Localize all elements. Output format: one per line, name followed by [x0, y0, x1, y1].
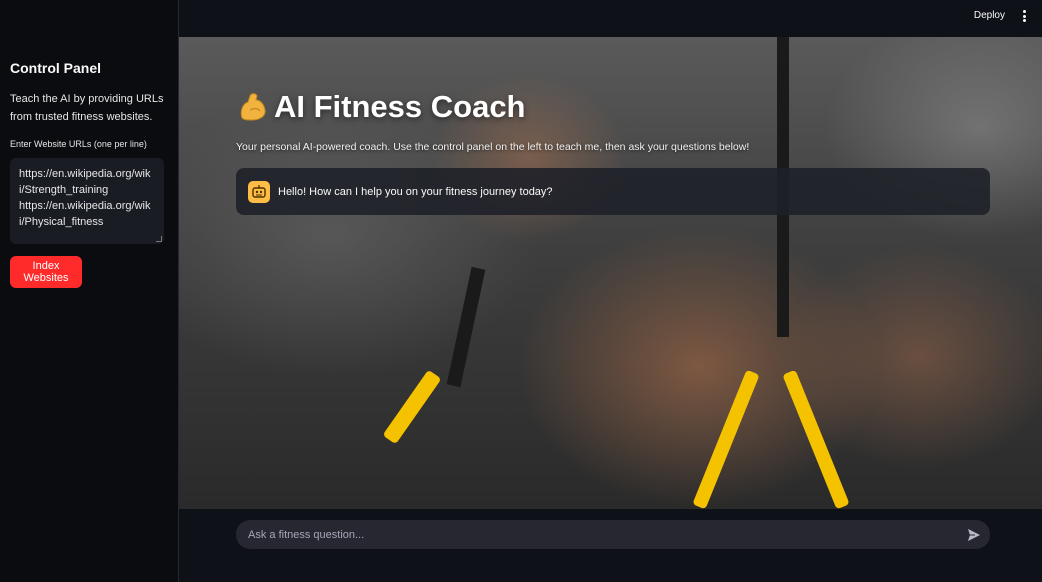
- page-title: AI Fitness Coach: [274, 89, 526, 124]
- title-row: AI Fitness Coach: [236, 89, 526, 125]
- robot-icon: [248, 180, 270, 203]
- url-textarea[interactable]: [10, 158, 164, 244]
- handle-right-b: [782, 369, 850, 509]
- chat-input[interactable]: [248, 520, 938, 549]
- page-subtitle: Your personal AI-powered coach. Use the …: [236, 141, 750, 153]
- url-field-label: Enter Website URLs (one per line): [10, 139, 147, 149]
- top-header: Deploy: [179, 0, 1042, 37]
- chat-message-text: Hello! How can I help you on your fitnes…: [278, 185, 553, 198]
- handle-right-a: [692, 369, 760, 509]
- index-websites-button[interactable]: Index Websites: [10, 256, 82, 288]
- handle-left: [382, 369, 442, 445]
- sidebar: Control Panel Teach the AI by providing …: [0, 0, 179, 582]
- resize-handle-icon[interactable]: [156, 236, 162, 242]
- hero-background-image: AI Fitness Coach Your personal AI-powere…: [179, 37, 1042, 509]
- main-menu-icon[interactable]: [1022, 10, 1026, 22]
- chat-input-bar: [179, 509, 1042, 582]
- flexed-biceps-icon: [236, 90, 270, 124]
- app: Control Panel Teach the AI by providing …: [0, 0, 1042, 582]
- chat-message-assistant: Hello! How can I help you on your fitnes…: [236, 168, 990, 215]
- chat-input-container: [236, 520, 990, 549]
- sidebar-description: Teach the AI by providing URLs from trus…: [10, 93, 164, 123]
- strap-left: [446, 266, 486, 388]
- deploy-button[interactable]: Deploy: [974, 10, 1005, 21]
- sidebar-title: Control Panel: [10, 60, 102, 76]
- send-icon[interactable]: [966, 527, 982, 543]
